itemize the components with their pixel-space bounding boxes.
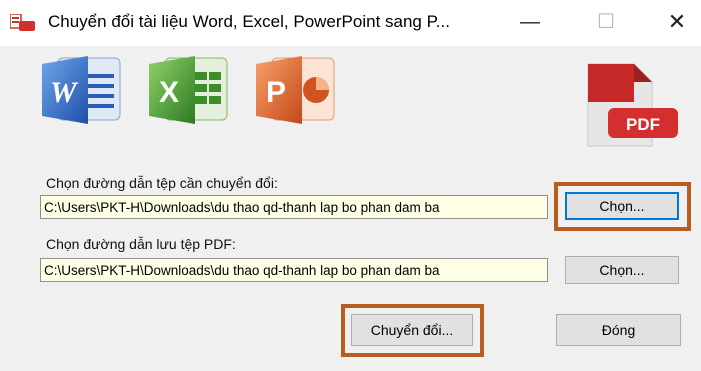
source-path-input[interactable] [40,195,548,219]
excel-document-icon: X [149,56,228,124]
svg-text:W: W [50,76,79,109]
app-icon [10,14,35,31]
source-path-label: Chọn đường dẫn tệp cần chuyển đổi: [46,175,278,191]
pdf-document-icon: PDF [587,63,678,147]
powerpoint-document-icon: P [256,56,335,124]
svg-text:X: X [159,76,179,109]
destination-path-input[interactable] [40,258,548,282]
close-button[interactable]: Đóng [556,314,681,346]
minimize-button[interactable]: — [508,4,552,40]
destination-path-label: Chọn đường dẫn lưu tệp PDF: [46,236,236,252]
convert-button[interactable]: Chuyển đổi... [351,314,473,346]
pdf-badge-label: PDF [626,115,660,134]
title-bar[interactable]: Chuyển đổi tài liệu Word, Excel, PowerPo… [0,0,701,46]
window-title: Chuyển đổi tài liệu Word, Excel, PowerPo… [48,12,450,31]
maximize-button[interactable]: ☐ [584,4,628,40]
choose-source-button[interactable]: Chọn... [565,192,679,220]
svg-text:P: P [266,76,286,109]
choose-destination-button[interactable]: Chọn... [565,256,679,284]
close-window-button[interactable]: ✕ [655,4,699,40]
word-document-icon: W [42,56,121,124]
converter-window: Chuyển đổi tài liệu Word, Excel, PowerPo… [0,0,701,371]
